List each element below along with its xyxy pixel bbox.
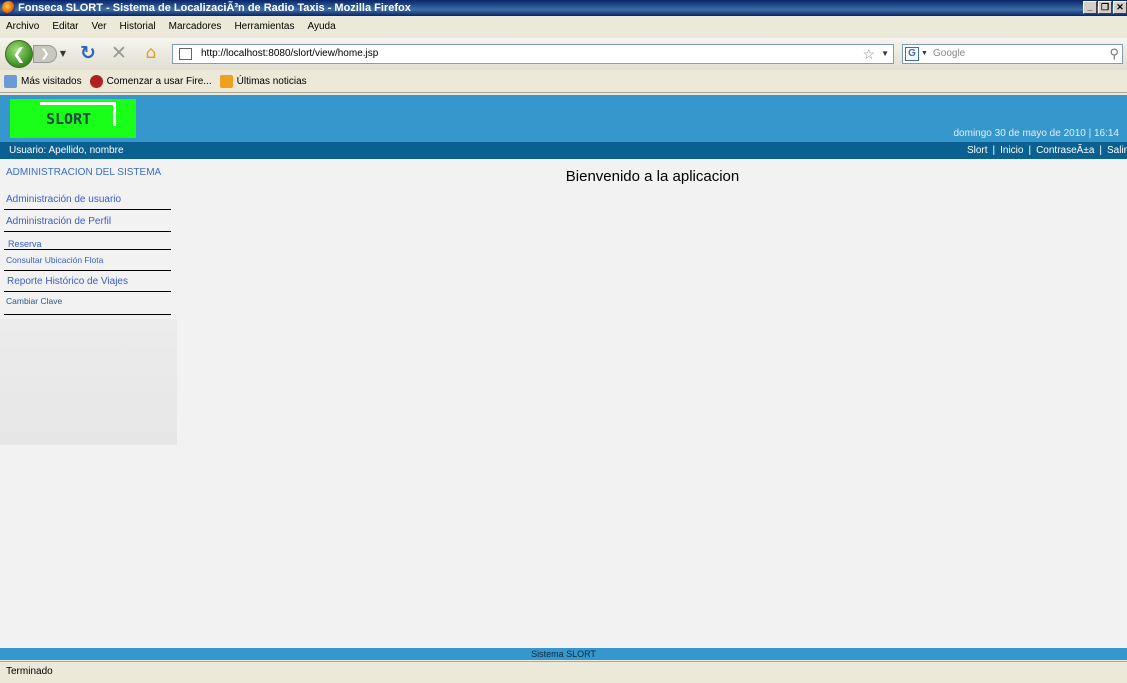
sidebar-item-label: Administración de Perfil [6, 216, 112, 227]
home-icon[interactable]: ⌂ [141, 43, 161, 63]
user-bar: Usuario: Apellido, nombre Slort | Inicio | C… [0, 142, 1127, 159]
bookmark-mas-visitados[interactable]: Más visitados [4, 71, 82, 92]
close-button[interactable]: ✕ [1113, 1, 1127, 14]
menu-bar: Archivo Editar Ver Historial Marcadores … [0, 17, 1127, 37]
web-page: SLORT domingo 30 de mayo de 2010 | 16:14… [0, 95, 1127, 660]
slort-logo: SLORT [10, 99, 136, 138]
menu-ayuda[interactable]: Ayuda [307, 17, 335, 37]
logo-text: SLORT [46, 110, 92, 128]
firefox-icon [2, 1, 15, 14]
sidebar: ADMINISTRACION DEL SISTEMA Administració… [0, 159, 177, 643]
bookmarks-toolbar: Más visitados Comenzar a usar Fire... Úl… [0, 71, 1127, 93]
window-title-bar: Fonseca SLORT - Sistema de LocalizaciÃ³n… [0, 0, 1127, 16]
google-icon[interactable]: G [905, 47, 919, 61]
bookmark-ultimas-noticias[interactable]: Últimas noticias [219, 71, 307, 92]
separator: | [1099, 145, 1102, 156]
menu-herramientas[interactable]: Herramientas [234, 17, 294, 37]
search-icon[interactable]: ⚲ [1109, 45, 1119, 63]
sidebar-item-label: Cambiar Clave [6, 296, 63, 306]
sidebar-title: ADMINISTRACION DEL SISTEMA [6, 167, 162, 178]
menu-historial[interactable]: Historial [120, 17, 156, 37]
sidebar-item-reporte-historico[interactable]: Reporte Histórico de Viajes [4, 271, 171, 292]
bookmark-label: Últimas noticias [236, 75, 307, 87]
bookmark-comenzar[interactable]: Comenzar a usar Fire... [89, 71, 212, 92]
stop-icon[interactable]: ✕ [109, 43, 129, 63]
sidebar-item-label: Consultar Ubicación Flota [6, 255, 104, 265]
url-input[interactable]: http://localhost:8080/slort/view/home.js… [172, 44, 894, 64]
star-icon[interactable]: ☆ [862, 45, 875, 63]
sidebar-divider [4, 314, 171, 315]
sidebar-item-label: Reporte Histórico de Viajes [7, 276, 128, 287]
app-header: SLORT domingo 30 de mayo de 2010 | 16:14 [0, 95, 1127, 142]
sidebar-shade [0, 319, 177, 445]
separator: | [1028, 145, 1032, 156]
url-dropdown-icon[interactable]: ▼ [881, 45, 889, 63]
sidebar-item-reserva[interactable]: Reserva [4, 232, 171, 250]
navigation-toolbar: ❮ ❯ ▼ ↻ ✕ ⌂ http://localhost:8080/slort/… [0, 38, 1127, 70]
sidebar-item-consultar-ubicacion[interactable]: Consultar Ubicación Flota [4, 250, 171, 271]
menu-ver[interactable]: Ver [91, 17, 106, 37]
link-inicio[interactable]: Inicio [1000, 145, 1023, 156]
reload-icon[interactable]: ↻ [78, 43, 98, 63]
separator: | [992, 145, 996, 156]
sidebar-item-administracion-usuario[interactable]: Administración de usuario [4, 187, 171, 210]
link-salir[interactable]: Salir [1107, 145, 1127, 156]
status-bar: Terminado [0, 661, 1127, 683]
date-time: domingo 30 de mayo de 2010 | 16:14 [953, 128, 1120, 139]
window-title: Fonseca SLORT - Sistema de LocalizaciÃ³n… [18, 2, 411, 14]
sidebar-item-label: Reserva [8, 239, 42, 249]
menu-marcadores[interactable]: Marcadores [169, 17, 222, 37]
sidebar-item-cambiar-clave[interactable]: Cambiar Clave [4, 292, 171, 315]
link-contrasena[interactable]: ContraseÃ±a [1036, 145, 1094, 156]
menu-editar[interactable]: Editar [52, 17, 78, 37]
bookmark-label: Comenzar a usar Fire... [106, 75, 212, 87]
bookmark-label: Más visitados [21, 75, 82, 87]
url-text: http://localhost:8080/slort/view/home.js… [201, 48, 379, 59]
history-dropdown-icon[interactable]: ▼ [58, 46, 68, 62]
status-text: Terminado [6, 666, 53, 677]
search-engine-dropdown-icon[interactable]: ▼ [921, 45, 928, 63]
window-controls: _ ❐ ✕ [1083, 1, 1127, 14]
welcome-heading: Bienvenido a la aplicacion [565, 168, 740, 185]
user-label: Usuario: Apellido, nombre [9, 145, 124, 156]
menu-archivo[interactable]: Archivo [6, 17, 39, 37]
rss-feed-icon [219, 75, 233, 88]
smart-folder-icon [4, 75, 17, 88]
forward-arrow-icon[interactable]: ❯ [33, 45, 57, 63]
restore-button[interactable]: ❐ [1098, 1, 1112, 14]
minimize-button[interactable]: _ [1083, 1, 1097, 14]
search-placeholder: Google [933, 48, 966, 59]
back-arrow-icon[interactable]: ❮ [5, 40, 33, 68]
search-input[interactable]: G ▼ Google ⚲ [902, 44, 1123, 64]
link-slort[interactable]: Slort [967, 145, 988, 156]
app-footer: Sistema SLORT [0, 648, 1127, 660]
sidebar-item-administracion-perfil[interactable]: Administración de Perfil [4, 210, 171, 232]
page-icon [179, 48, 192, 60]
sidebar-item-label: Administración de usuario [6, 194, 122, 205]
firefox-bookmark-icon [89, 75, 103, 88]
top-links: Slort | Inicio | ContraseÃ±a | Salir [967, 142, 1127, 159]
